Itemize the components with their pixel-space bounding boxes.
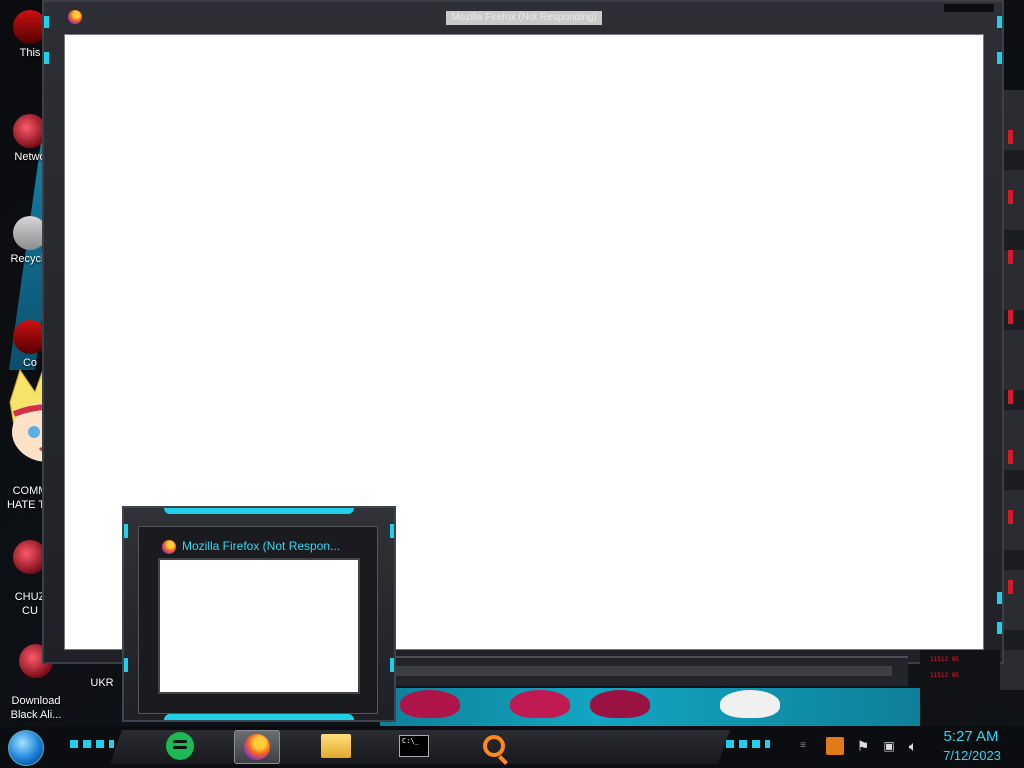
taskbar-file-explorer-button[interactable] — [314, 730, 358, 762]
wallpaper-shoe — [720, 690, 780, 718]
preview-accent — [390, 524, 394, 538]
hud-readout-line: 11512 95 — [930, 672, 959, 679]
preview-accent — [164, 508, 354, 514]
firefox-icon — [68, 10, 82, 24]
frame-accent — [997, 52, 1002, 64]
preview-accent — [390, 658, 394, 672]
taskbar-command-prompt-button[interactable]: C:\_ — [392, 730, 436, 762]
preview-thumbnail[interactable] — [158, 558, 360, 694]
frame-accent — [997, 16, 1002, 28]
firefox-icon — [244, 734, 270, 760]
desktop-icon-ukr[interactable]: UKR — [80, 676, 124, 690]
desktop-icon-label: UKR — [90, 677, 114, 689]
tray-overflow-icon[interactable]: ≡ — [792, 736, 814, 756]
wallpaper-shoe — [400, 690, 460, 718]
desktop-icon-label: Download Black Ali... — [10, 695, 62, 721]
taskbar-accent — [726, 740, 770, 748]
start-button[interactable] — [8, 730, 44, 766]
taskbar-search-button[interactable] — [472, 730, 516, 762]
flag-icon[interactable]: ⚑ — [854, 736, 872, 756]
taskbar-firefox-button[interactable] — [234, 730, 280, 764]
window-controls[interactable] — [944, 4, 994, 12]
network-tray-icon[interactable]: ▣ — [880, 736, 898, 756]
taskbar-accent — [70, 740, 114, 748]
window-status-strip — [392, 656, 908, 686]
clock-date[interactable]: 7/12/2023 — [932, 748, 1012, 763]
frame-accent — [44, 52, 49, 64]
spotify-icon — [166, 732, 194, 760]
file-explorer-icon — [321, 734, 351, 758]
wallpaper-shoe — [510, 690, 570, 718]
hud-readout: 11512 95 11512 95 — [920, 650, 1000, 690]
command-prompt-icon: C:\_ — [399, 735, 429, 757]
search-icon — [483, 735, 505, 757]
frame-accent — [997, 622, 1002, 634]
frame-accent — [44, 16, 49, 28]
window-title: Mozilla Firefox (Not Responding) — [446, 11, 602, 25]
preview-accent — [124, 658, 128, 672]
preview-title: Mozilla Firefox (Not Respon... — [182, 539, 341, 553]
taskbar-spotify-button[interactable] — [158, 730, 202, 762]
frame-accent — [997, 592, 1002, 604]
wallpaper-shoe — [590, 690, 650, 718]
java-icon[interactable] — [826, 737, 844, 755]
clock-time[interactable]: 5:27 AM — [936, 728, 1006, 745]
volume-icon[interactable]: 🔈︎ — [904, 736, 922, 756]
preview-accent — [164, 714, 354, 720]
firefox-icon — [162, 540, 176, 554]
preview-accent — [124, 524, 128, 538]
wallpaper-scene — [380, 688, 920, 728]
taskbar-preview-window[interactable]: Mozilla Firefox (Not Respon... — [122, 506, 396, 722]
hud-readout-line: 11512 95 — [930, 656, 959, 663]
